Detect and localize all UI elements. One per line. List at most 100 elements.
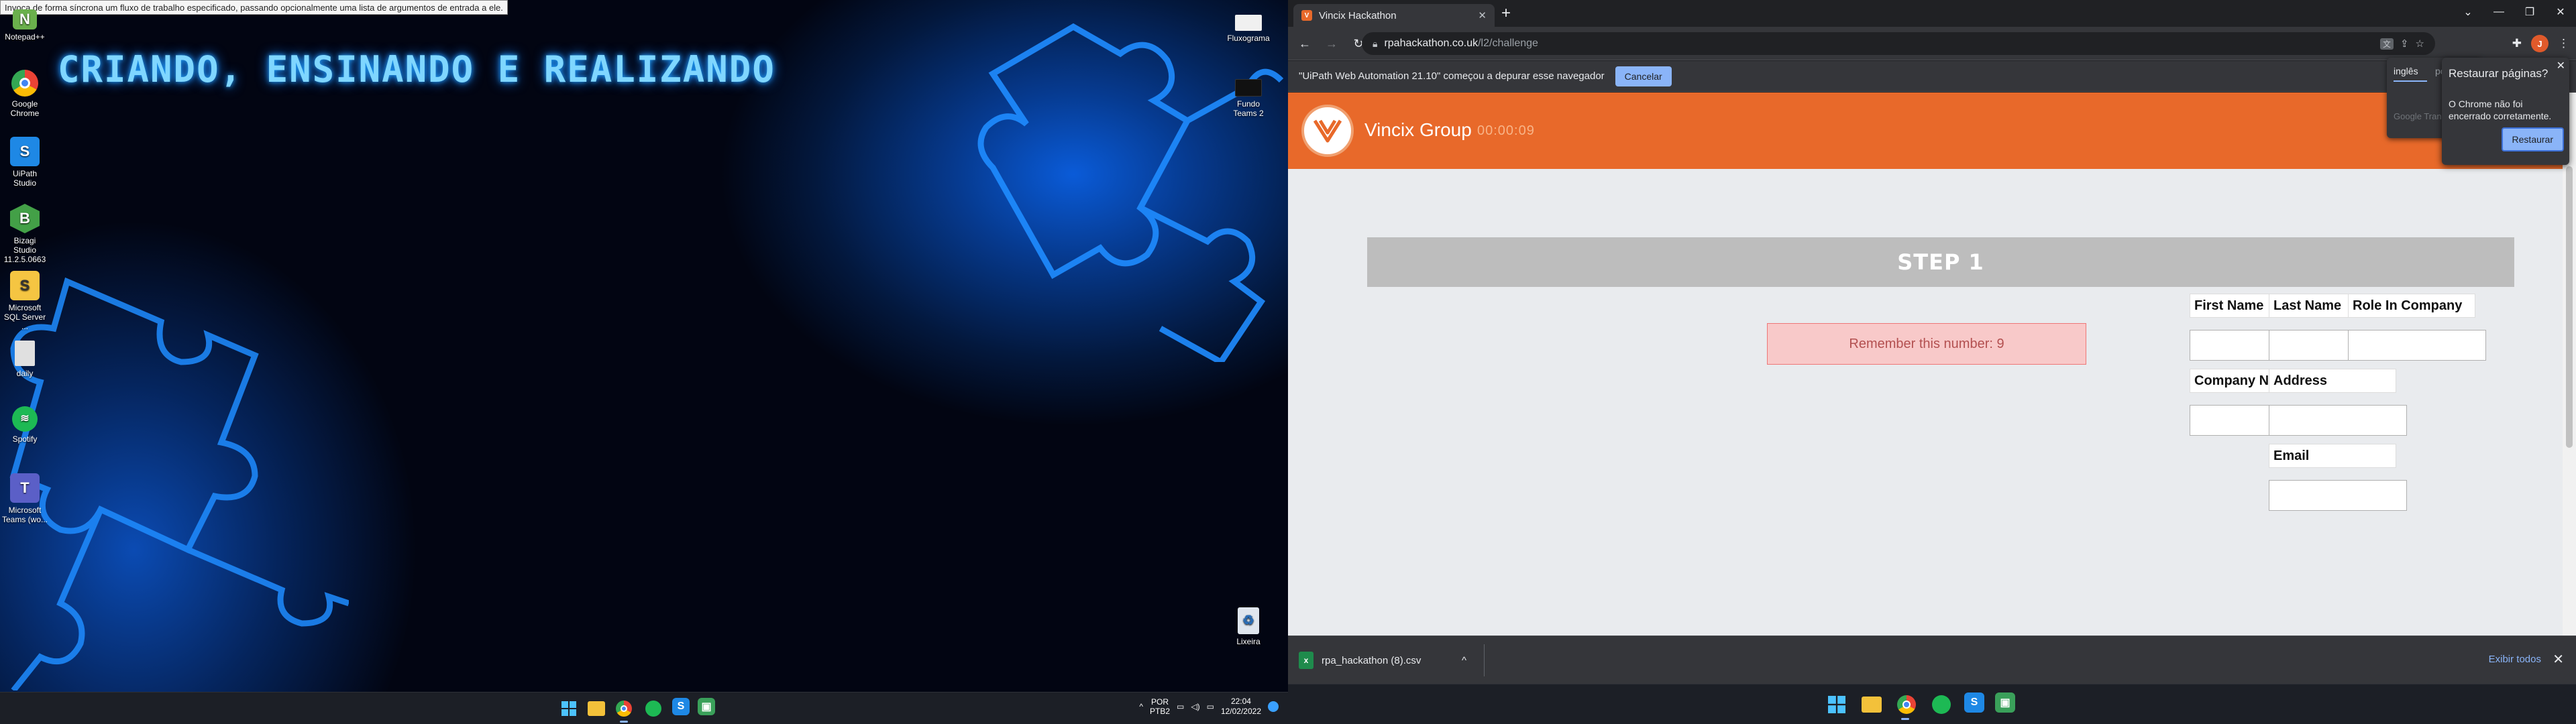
start-icon[interactable]: [558, 698, 580, 719]
start-icon[interactable]: [1825, 692, 1849, 717]
notification-icon[interactable]: [1268, 701, 1279, 712]
restore-pages-popup: ✕ Restaurar páginas? O Chrome não foi en…: [2442, 58, 2569, 165]
desktop-icon-fundo-teams[interactable]: Fundo Teams 2: [1225, 79, 1272, 118]
chevron-up-icon[interactable]: ^: [1139, 702, 1143, 711]
desktop-icon-notepad[interactable]: N Notepad++: [1, 9, 48, 42]
show-all-downloads-link[interactable]: Exibir todos: [2489, 654, 2541, 665]
address-input[interactable]: [2269, 405, 2407, 436]
chrome-taskbar-icon[interactable]: [1894, 692, 1919, 720]
debugging-message: "UiPath Web Automation 21.10" começou a …: [1299, 70, 1605, 82]
download-separator: [1484, 644, 1485, 676]
left-desktop: CRIANDO, ENSINANDO E REALIZANDO Invoca d…: [0, 0, 1288, 724]
bookmark-star-icon[interactable]: ☆: [2416, 38, 2424, 50]
desktop-icon-label: Notepad++: [5, 32, 45, 42]
notepad-icon: N: [13, 9, 37, 29]
desktop-icon-label: daily: [16, 369, 34, 378]
uipath-taskbar-icon[interactable]: S: [1964, 692, 1984, 713]
file-explorer-icon[interactable]: [1860, 692, 1884, 717]
battery-icon[interactable]: ▭: [1207, 702, 1214, 711]
browser-toolbar: ← → ↻ 🔒︎ rpahackathon.co.uk/l2/challenge…: [1288, 27, 2576, 60]
uipath-taskbar-icon[interactable]: S: [672, 698, 690, 715]
desktop-icon-recycle-bin[interactable]: ♻ Lixeira: [1225, 607, 1272, 646]
tab-strip: V Vincix Hackathon ✕ + ⌄ — ❐ ✕: [1288, 0, 2576, 27]
desktop-icon-bizagi[interactable]: B Bizagi Studio 11.2.5.0663: [1, 204, 48, 264]
close-tab-icon[interactable]: ✕: [1478, 9, 1487, 21]
step-title: STEP 1: [1367, 237, 2514, 287]
role-input[interactable]: [2348, 330, 2486, 361]
chrome-taskbar-icon[interactable]: [613, 698, 635, 723]
desktop-icon-teams[interactable]: T Microsoft Teams (wo...: [1, 473, 48, 524]
workflow-tooltip: Invoca de forma síncrona um fluxo de tra…: [0, 0, 508, 15]
teams-icon: T: [10, 473, 40, 503]
spotify-icon: ≋: [12, 406, 38, 432]
download-item[interactable]: x rpa_hackathon (8).csv ^: [1299, 648, 1466, 672]
close-download-bar-icon[interactable]: ✕: [2553, 651, 2564, 668]
site-header: Vincix Group 00:00:09: [1288, 93, 2563, 169]
desktop-icon-sql-server[interactable]: S Microsoft SQL Server ...: [1, 271, 48, 331]
tab-title: Vincix Hackathon: [1319, 9, 1397, 21]
bizagi-icon: B: [10, 204, 40, 233]
app-taskbar-icon[interactable]: ▣: [698, 698, 715, 715]
desktop-icon-daily[interactable]: daily: [1, 341, 48, 378]
lock-icon[interactable]: 🔒︎: [1373, 38, 1377, 50]
desktop-icon-fluxograma[interactable]: Fluxograma: [1225, 15, 1272, 43]
clock[interactable]: 22:04 12/02/2022: [1221, 697, 1261, 717]
translate-lang-english[interactable]: inglês: [2394, 66, 2418, 76]
maximize-icon[interactable]: ❐: [2514, 0, 2545, 24]
tab-vincix-hackathon[interactable]: V Vincix Hackathon ✕: [1293, 4, 1495, 27]
menu-kebab-icon[interactable]: ⋮: [2558, 37, 2569, 50]
url-host: rpahackathon.co.uk: [1384, 38, 1479, 49]
uipath-icon: S: [10, 137, 40, 166]
restore-button[interactable]: Restaurar: [2501, 127, 2564, 152]
close-window-icon[interactable]: ✕: [2545, 0, 2576, 24]
vincix-favicon-icon: V: [1301, 10, 1312, 21]
input-language[interactable]: POR PTB2: [1150, 697, 1170, 716]
address-bar[interactable]: 🔒︎ rpahackathon.co.uk/l2/challenge 文 ⇪ ☆: [1362, 32, 2435, 55]
email-input[interactable]: [2269, 480, 2407, 511]
spotify-taskbar-icon[interactable]: [643, 698, 664, 719]
share-icon[interactable]: ⇪: [2400, 38, 2409, 50]
desktop-icon-label: Bizagi Studio 11.2.5.0663: [3, 236, 46, 264]
new-tab-icon[interactable]: +: [1501, 5, 1511, 21]
forward-icon[interactable]: →: [1323, 35, 1340, 52]
file-explorer-icon[interactable]: [588, 701, 605, 716]
desktop-icon-label: Fundo Teams 2: [1233, 99, 1264, 118]
page-viewport: Vincix Group 00:00:09 STEP 1 Remember th…: [1288, 93, 2563, 636]
scrollbar-thumb[interactable]: [2566, 166, 2573, 448]
recycle-bin-icon: ♻: [1238, 607, 1259, 634]
desktop-icon-spotify[interactable]: ≋ Spotify: [1, 406, 48, 444]
app-taskbar-icon[interactable]: ▣: [1995, 692, 2015, 713]
desktop-icon-chrome[interactable]: Google Chrome: [1, 70, 48, 118]
site-name: Vincix Group: [1364, 119, 1472, 140]
minimize-icon[interactable]: —: [2483, 0, 2514, 24]
challenge-timer: 00:00:09: [1477, 123, 1535, 138]
chrome-icon: [11, 70, 38, 97]
url-path: /l2/challenge: [1478, 38, 1538, 49]
puzzle-wallpaper-bottom: [9, 277, 349, 690]
chevron-up-icon[interactable]: ^: [1462, 655, 1466, 666]
taskbar-right: S ▣: [1288, 684, 2576, 724]
email-label: Email: [2269, 444, 2396, 468]
desktop-icon-uipath[interactable]: S UiPath Studio: [1, 137, 48, 188]
file-icon: [15, 341, 35, 366]
csv-file-icon: x: [1299, 652, 1313, 669]
download-filename: rpa_hackathon (8).csv: [1322, 654, 1421, 666]
cancel-debugging-button[interactable]: Cancelar: [1615, 66, 1672, 86]
volume-icon[interactable]: ◁): [1191, 702, 1199, 711]
fluxograma-icon: [1235, 15, 1262, 31]
right-screen-chrome: V Vincix Hackathon ✕ + ⌄ — ❐ ✕ ← → ↻ 🔒︎ …: [1288, 0, 2576, 724]
back-icon[interactable]: ←: [1296, 35, 1313, 52]
restore-body: O Chrome não foi encerrado corretamente.: [2449, 99, 2552, 121]
taskbar-left: S ▣ ^ POR PTB2 ▭ ◁) ▭ 22:04 12/02/2022: [0, 692, 1288, 724]
window-controls: ⌄ — ❐ ✕: [2453, 0, 2576, 24]
page-scrollbar[interactable]: [2563, 93, 2576, 636]
desktop-icon-label: Microsoft Teams (wo...: [1, 505, 48, 524]
profile-avatar[interactable]: J: [2531, 35, 2548, 52]
spotify-taskbar-icon[interactable]: [1929, 692, 1953, 717]
tab-search-icon[interactable]: ⌄: [2453, 0, 2483, 24]
close-popup-icon[interactable]: ✕: [2557, 59, 2565, 72]
extensions-icon[interactable]: ✚: [2512, 37, 2522, 50]
role-label: Role In Company: [2348, 294, 2475, 318]
network-icon[interactable]: ▭: [1177, 702, 1184, 711]
translate-icon[interactable]: 文: [2379, 38, 2394, 50]
